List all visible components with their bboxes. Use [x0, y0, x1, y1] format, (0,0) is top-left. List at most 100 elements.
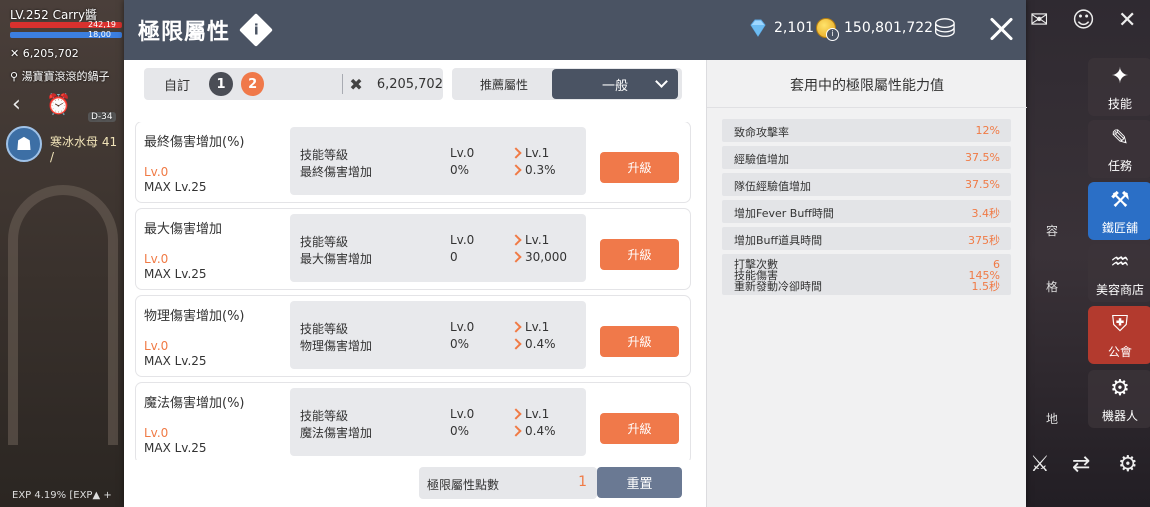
settings-icon[interactable]: ⚙ — [1118, 452, 1138, 477]
coin-icon — [816, 18, 839, 41]
skill-icon: ✦ — [1110, 64, 1130, 89]
hud-cp: ✕ 6,205,702 — [10, 47, 79, 60]
alarm-clock-icon[interactable]: ⏰ — [46, 92, 71, 116]
next-value: Lv.1 — [525, 320, 550, 334]
character-icon[interactable]: ☺ — [1072, 8, 1095, 33]
next-value: Lv.1 — [525, 146, 550, 160]
stat-name: 致命攻擊率 — [734, 126, 789, 139]
stat-value: 3.4秒 — [971, 207, 1001, 220]
detail-label: 技能等級 — [300, 322, 349, 336]
modal-header: 極限屬性 i 2,101 150,801,722 ⛁ — [124, 0, 1026, 60]
stat-name: 經驗值增加 — [734, 153, 789, 166]
comb-icon: ♒ — [1110, 250, 1130, 275]
current-value: 0% — [450, 163, 470, 177]
detail-label: 最終傷害增加 — [300, 165, 373, 179]
guild-button[interactable]: ⛨ 公會 — [1088, 306, 1150, 364]
guild-icon: ⛨ — [1111, 312, 1129, 337]
detail-label: 技能等級 — [300, 409, 349, 423]
arrow-right-icon — [510, 164, 522, 176]
stat-name: 隊伍經驗值增加 — [734, 180, 811, 193]
skill-detail: 技能等級 物理傷害增加 Lv.0 0% Lv.1 0.4% — [290, 301, 586, 369]
upgrade-button[interactable]: 升級 — [600, 239, 679, 270]
detail-label: 物理傷害增加 — [300, 339, 373, 353]
skill-list[interactable]: 最終傷害增加(%) Lv.0 MAX Lv.25 技能等級 最終傷害增加 Lv.… — [124, 122, 706, 460]
skill-level: Lv.0 — [144, 252, 169, 266]
partial-label: 格 — [1046, 280, 1059, 294]
coin-currency: 150,801,722 — [816, 18, 933, 41]
current-value: 0 — [450, 250, 458, 264]
upgrade-button[interactable]: 升級 — [600, 152, 679, 183]
current-value: Lv.0 — [450, 146, 475, 160]
chevron-down-icon — [655, 75, 668, 88]
preset-2-button[interactable]: 2 — [240, 72, 265, 96]
current-value: Lv.0 — [450, 233, 475, 247]
partial-label: 地 — [1046, 412, 1059, 426]
quest-icon: ✎ — [1110, 126, 1130, 151]
skill-row: 最終傷害增加(%) Lv.0 MAX Lv.25 技能等級 最終傷害增加 Lv.… — [136, 122, 690, 202]
stat-value: 375秒 — [968, 234, 1000, 247]
skill-name: 最終傷害增加(%) — [144, 135, 245, 150]
upgrade-button[interactable]: 升級 — [600, 413, 679, 444]
skill-name: 魔法傷害增加(%) — [144, 396, 245, 411]
next-value: 30,000 — [525, 250, 567, 264]
close-icon[interactable] — [986, 14, 1016, 44]
menu-close-icon[interactable]: ✕ — [1118, 8, 1136, 33]
back-arrow-icon[interactable]: ‹ — [12, 92, 21, 117]
mail-icon[interactable]: ✉ — [1030, 8, 1048, 33]
preset-selector: 自訂 1 2 ✖ 6,205,702 — [144, 68, 443, 100]
skill-max-level: MAX Lv.25 — [144, 267, 207, 281]
hud-level: LV.252 Carry醬 — [10, 8, 98, 22]
current-value: 0% — [450, 424, 470, 438]
skill-row: 最大傷害增加 Lv.0 MAX Lv.25 技能等級 最大傷害增加 Lv.0 0… — [136, 209, 690, 289]
swap-icon[interactable]: ⇄ — [1072, 452, 1090, 477]
skill-detail: 技能等級 魔法傷害增加 Lv.0 0% Lv.1 0.4% — [290, 388, 586, 456]
upgrade-button[interactable]: 升級 — [600, 326, 679, 357]
stat-value: 1.5秒 — [971, 280, 1001, 293]
robot-button[interactable]: ⚙ 機器人 — [1088, 370, 1150, 428]
skill-level: Lv.0 — [144, 426, 169, 440]
arrow-right-icon — [510, 251, 522, 263]
quest-button[interactable]: ✎ 任務 — [1088, 120, 1150, 178]
info-icon[interactable]: i — [239, 13, 273, 47]
reset-button[interactable]: 重置 — [597, 467, 682, 498]
current-value: 0% — [450, 337, 470, 351]
preset-1-button[interactable]: 1 — [209, 72, 233, 96]
skill-name: 最大傷害增加 — [144, 222, 223, 237]
skill-row: 魔法傷害增加(%) Lv.0 MAX Lv.25 技能等級 魔法傷害增加 Lv.… — [136, 383, 690, 460]
arrow-right-icon — [510, 147, 522, 159]
party-icon[interactable]: ☗ — [6, 126, 42, 162]
arrow-right-icon — [510, 234, 522, 246]
stat-row: 經驗值增加 37.5% — [722, 146, 1011, 169]
stat-row: 增加Fever Buff時間 3.4秒 — [722, 200, 1011, 223]
skill-button[interactable]: ✦ 技能 — [1088, 58, 1150, 116]
modal-title: 極限屬性 — [138, 20, 231, 45]
stat-name: 增加Buff道具時間 — [734, 234, 823, 247]
detail-label: 最大傷害增加 — [300, 252, 373, 266]
beauty-shop-button[interactable]: ♒ 美容商店 — [1088, 244, 1150, 302]
robot-icon: ⚙ — [1110, 376, 1130, 401]
next-value: Lv.1 — [525, 233, 550, 247]
recommend-dropdown[interactable]: 一般 — [552, 69, 678, 99]
current-value: Lv.0 — [450, 407, 475, 421]
stat-row: 增加Buff道具時間 375秒 — [722, 227, 1011, 250]
gem-amount: 2,101 — [774, 20, 815, 36]
combat-power-value: 6,205,702 — [376, 76, 443, 92]
skill-max-level: MAX Lv.25 — [144, 441, 207, 455]
right-hud: ✉ ☺ ✕ ✦ 技能 ✎ 任務 ⚒ 鐵匠舖 ♒ 美容商店 ⛨ 公會 ⚙ 機器人 容 格 地 … — [1026, 0, 1150, 507]
anvil-icon: ⚒ — [1110, 188, 1130, 213]
recommend-value: 一般 — [601, 78, 628, 94]
preset-label: 自訂 — [164, 78, 191, 94]
coin-exchange-icon[interactable]: ⛁ — [934, 14, 968, 46]
gem-currency: 2,101 — [748, 18, 814, 38]
recommend-label: 推薦屬性 — [480, 77, 529, 92]
left-hud: LV.252 Carry醬 242,19 18,00 ✕ 6,205,702 ⚲… — [0, 0, 124, 507]
sword-icon[interactable]: ⚔ — [1030, 452, 1050, 477]
points-box: 極限屬性點數 1 — [419, 467, 597, 499]
skill-detail: 技能等級 最終傷害增加 Lv.0 0% Lv.1 0.3% — [290, 127, 586, 195]
points-label: 極限屬性點數 — [427, 478, 500, 492]
blacksmith-button[interactable]: ⚒ 鐵匠舖 — [1088, 182, 1150, 240]
applied-stats-panel: 套用中的極限屬性能力值 致命攻擊率 12% 經驗值增加 37.5% 隊伍經驗值增… — [706, 60, 1027, 507]
next-value: 0.3% — [525, 163, 556, 177]
current-value: Lv.0 — [450, 320, 475, 334]
arrow-right-icon — [510, 408, 522, 420]
